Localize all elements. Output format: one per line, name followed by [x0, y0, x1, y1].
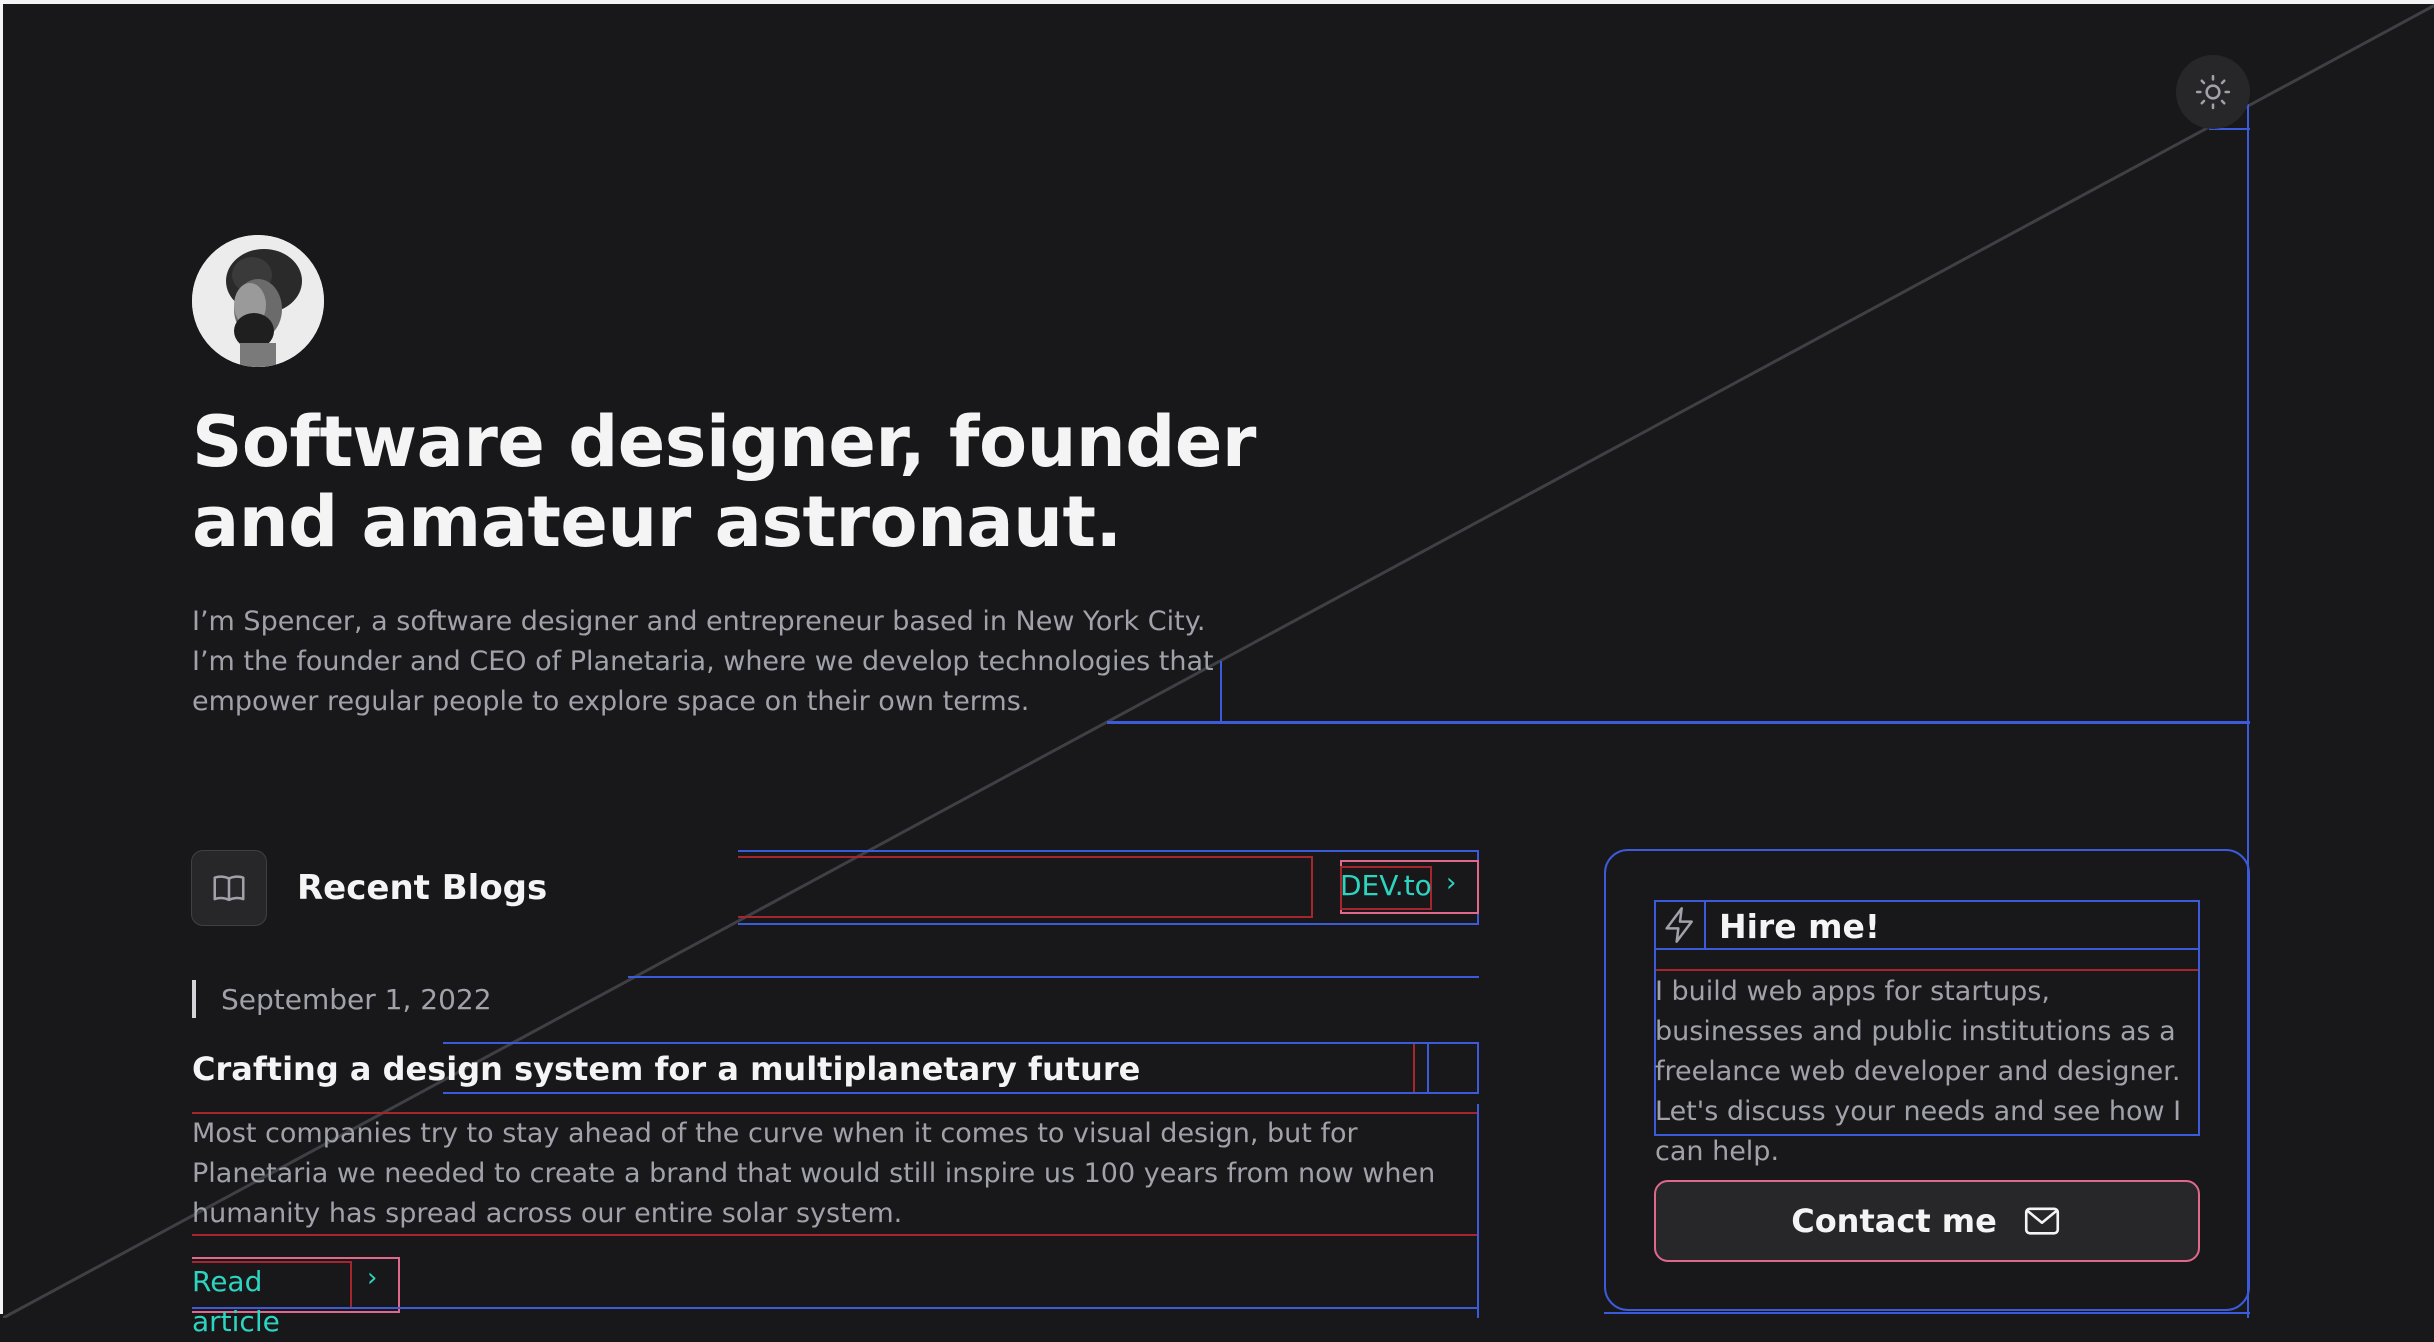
avatar[interactable] — [192, 235, 324, 367]
sun-icon — [2195, 74, 2231, 110]
hire-title: Hire me! — [1719, 907, 1880, 946]
devto-link[interactable]: DEV.to — [1340, 866, 1432, 910]
contact-me-button[interactable]: Contact me — [1654, 1180, 2200, 1262]
contact-me-label: Contact me — [1791, 1202, 1997, 1240]
section-title-recent-blogs: Recent Blogs — [297, 868, 548, 908]
guide-post-title-blue — [1427, 1044, 1429, 1092]
book-icon — [213, 875, 245, 902]
theme-toggle-button[interactable] — [2176, 55, 2250, 129]
read-article-link[interactable]: Read article — [192, 1262, 352, 1338]
guide-bottom-line — [192, 1307, 1479, 1309]
hero-bio: I’m Spencer, a software designer and ent… — [192, 606, 1214, 717]
guide-post-title-red — [1413, 1044, 1415, 1092]
lightning-icon — [1665, 907, 1693, 943]
devto-chevron-right-icon[interactable]: › — [1446, 868, 1456, 898]
post-title[interactable]: Crafting a design system for a multiplan… — [192, 1048, 1392, 1090]
page-title: Software designer, founder and amateur a… — [192, 401, 1256, 563]
guide-blogs-header-inner — [738, 856, 1313, 918]
post-date-bar — [192, 980, 196, 1018]
read-article-chevron-right-icon[interactable]: › — [367, 1263, 377, 1293]
post-date: September 1, 2022 — [221, 983, 492, 1016]
guide-hero-bottom — [1107, 721, 2250, 724]
hire-description: I build web apps for startups, businesse… — [1655, 976, 2182, 1167]
blogs-icon-box — [191, 850, 267, 926]
avatar-portrait-image — [192, 235, 324, 367]
page: Software designer, founder and amateur a… — [0, 0, 2434, 1338]
guide-date-line — [628, 976, 1479, 978]
mail-icon — [2024, 1207, 2059, 1235]
post-excerpt: Most companies try to stay ahead of the … — [192, 1118, 1436, 1229]
